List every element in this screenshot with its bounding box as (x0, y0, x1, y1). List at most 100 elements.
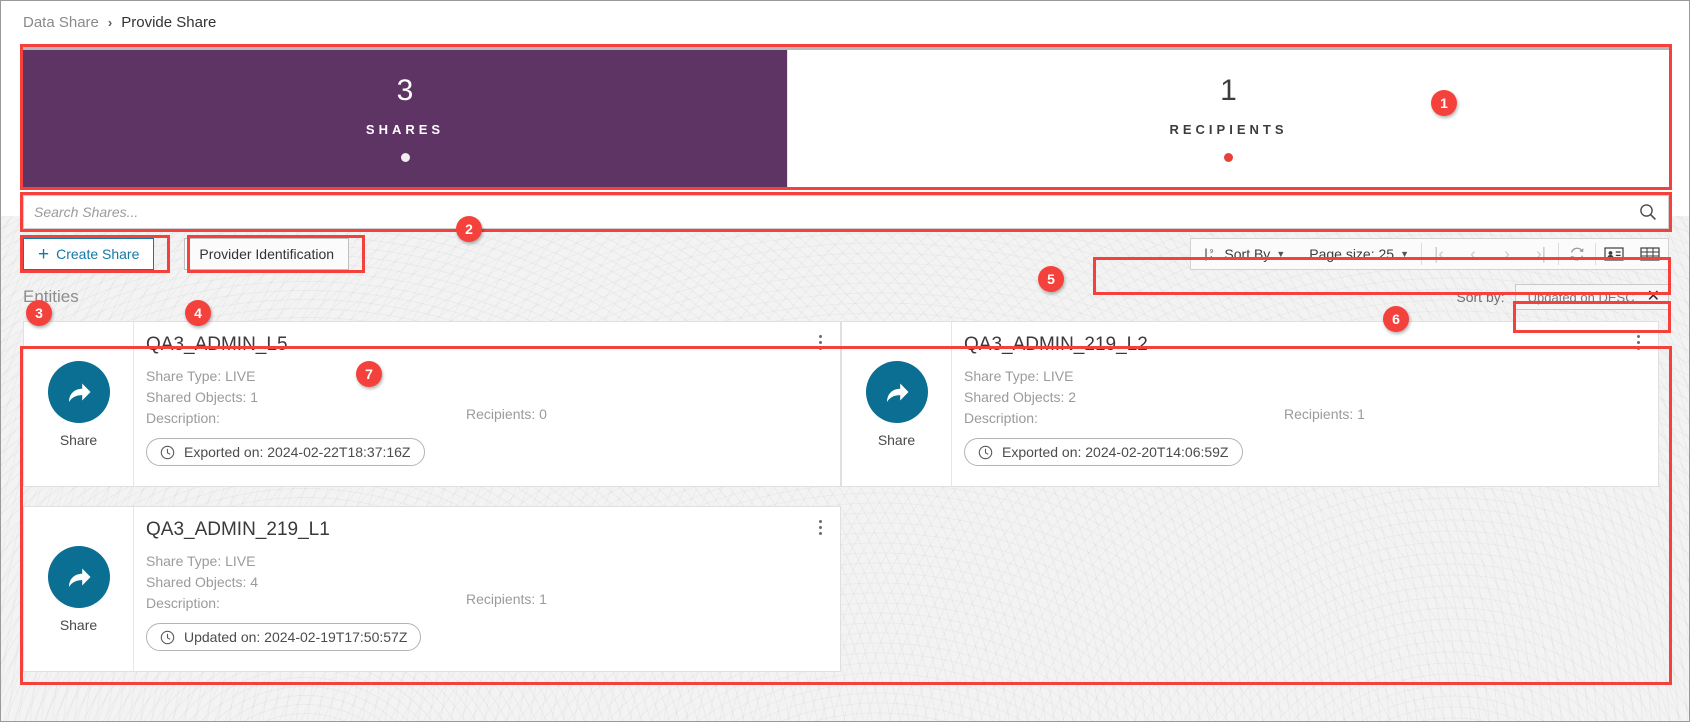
annotation-badge-3: 3 (26, 300, 52, 326)
kpi-recipients-indicator-dot (1224, 152, 1233, 162)
entity-card[interactable]: Share QA3_ADMIN_L5 Share Type: LIVE Shar… (23, 321, 841, 487)
pager-prev-button[interactable]: ‹ (1456, 239, 1490, 269)
card-share-type: Share Type: LIVE (146, 368, 256, 384)
pager-next-button[interactable]: › (1490, 239, 1524, 269)
page-size-label: Page size: 25 (1309, 246, 1395, 262)
create-share-label: Create Share (56, 246, 140, 262)
active-sort-chip[interactable]: Updated on DESC ✕ (1514, 284, 1669, 310)
card-share-type: Share Type: LIVE (146, 553, 256, 569)
sort-icon: 9 1 (1203, 248, 1213, 262)
pagination-controls: |‹ ‹ › ›| (1422, 239, 1558, 269)
entities-header: Entities Sort by: Updated on DESC ✕ (23, 281, 1669, 313)
breadcrumb-separator-icon: › (107, 14, 113, 30)
card-icon-panel: Share (24, 322, 134, 486)
entity-card[interactable]: Share QA3_ADMIN_219_L2 Share Type: LIVE … (841, 321, 1659, 487)
share-caption: Share (59, 431, 98, 448)
card-icon-panel: Share (24, 507, 134, 671)
kpi-tile-recipients[interactable]: 1 RECIPIENTS (787, 50, 1669, 187)
annotation-badge-4: 4 (185, 300, 211, 326)
kpi-shares-label: SHARES (365, 121, 445, 137)
breadcrumb-current: Provide Share (121, 13, 217, 31)
sort-by-label: Sort By (1224, 246, 1271, 262)
kebab-menu-icon[interactable] (1628, 330, 1648, 354)
annotation-badge-5: 5 (1038, 266, 1064, 292)
list-toolbar: 9 1 Sort By ▼ Page size: 25 ▼ |‹ ‹ › ›| (1190, 238, 1669, 270)
card-timestamp-badge: Exported on: 2024-02-20T14:06:59Z (964, 438, 1243, 466)
card-shared-objects: Shared Objects: 1 (146, 389, 259, 405)
card-icon-panel: Share (842, 322, 952, 486)
search-icon (1640, 204, 1656, 220)
plus-icon: + (38, 243, 50, 265)
share-caption: Share (59, 616, 98, 633)
card-view-icon (1604, 247, 1624, 261)
card-title: QA3_ADMIN_219_L1 (146, 519, 330, 540)
svg-text:9: 9 (1210, 249, 1213, 255)
close-icon[interactable]: ✕ (1647, 289, 1660, 305)
breadcrumb-root[interactable]: Data Share (23, 14, 99, 31)
search-bar (23, 195, 1669, 229)
card-shared-objects: Shared Objects: 4 (146, 574, 259, 590)
grid-empty-slot (841, 506, 1659, 672)
refresh-icon (1570, 247, 1584, 261)
svg-text:1: 1 (1210, 256, 1213, 262)
card-title: QA3_ADMIN_219_L2 (964, 334, 1148, 355)
search-input[interactable] (24, 196, 1628, 228)
app-window: Data Share › Provide Share 3 SHARES 1 RE… (0, 0, 1690, 722)
share-arrow-icon (68, 568, 90, 587)
kpi-tile-shares[interactable]: 3 SHARES (23, 50, 787, 187)
annotation-badge-7: 7 (356, 361, 382, 387)
card-timestamp-text: Exported on: 2024-02-20T14:06:59Z (1002, 444, 1229, 460)
breadcrumb: Data Share › Provide Share (1, 1, 1689, 43)
chevron-down-icon: ▼ (1400, 249, 1409, 259)
share-avatar (865, 360, 928, 423)
card-view-button[interactable] (1596, 239, 1632, 269)
clock-icon (160, 630, 175, 644)
table-view-button[interactable] (1632, 239, 1668, 269)
card-description: Description: (146, 595, 220, 611)
provider-identification-label: Provider Identification (199, 246, 335, 262)
chevron-down-icon: ▼ (1276, 249, 1286, 259)
sort-by-button[interactable]: 9 1 Sort By ▼ (1191, 239, 1297, 269)
card-timestamp-text: Exported on: 2024-02-22T18:37:16Z (184, 444, 411, 460)
card-recipients: Recipients: 1 (1284, 406, 1365, 422)
clock-icon (978, 445, 993, 459)
annotation-badge-6: 6 (1383, 306, 1409, 332)
pager-last-button[interactable]: ›| (1524, 239, 1558, 269)
card-description: Description: (146, 410, 220, 426)
active-sort-chip-label: Updated on DESC (1527, 289, 1635, 305)
kpi-recipients-label: RECIPIENTS (1169, 121, 1288, 137)
share-avatar (47, 545, 110, 608)
create-share-button[interactable]: + Create Share (23, 238, 155, 270)
share-avatar (47, 360, 110, 423)
provider-identification-button[interactable]: Provider Identification (184, 238, 350, 270)
card-body: QA3_ADMIN_219_L1 Share Type: LIVE Shared… (134, 507, 840, 671)
kpi-shares-indicator-dot (400, 152, 410, 162)
annotation-badge-2: 2 (456, 216, 482, 242)
kebab-menu-icon[interactable] (810, 515, 830, 539)
card-body: QA3_ADMIN_219_L2 Share Type: LIVE Shared… (952, 322, 1658, 486)
share-caption: Share (877, 431, 916, 448)
table-view-icon (1640, 247, 1660, 261)
kpi-tiles: 3 SHARES 1 RECIPIENTS (23, 47, 1669, 187)
share-arrow-icon (886, 383, 908, 402)
card-timestamp-badge: Exported on: 2024-02-22T18:37:16Z (146, 438, 425, 466)
entity-card[interactable]: Share QA3_ADMIN_219_L1 Share Type: LIVE … (23, 506, 841, 672)
card-recipients: Recipients: 1 (466, 591, 547, 607)
refresh-button[interactable] (1559, 239, 1595, 269)
card-timestamp-badge: Updated on: 2024-02-19T17:50:57Z (146, 623, 422, 651)
card-recipients: Recipients: 0 (466, 406, 547, 422)
share-arrow-icon (68, 383, 90, 402)
sort-by-static-label: Sort by: (1456, 289, 1505, 305)
annotation-badge-1: 1 (1431, 90, 1457, 116)
kpi-recipients-value: 1 (1220, 73, 1237, 107)
pager-first-button[interactable]: |‹ (1422, 239, 1456, 269)
entity-card-grid: Share QA3_ADMIN_L5 Share Type: LIVE Shar… (23, 321, 1669, 691)
action-bar: + Create Share Provider Identification 9… (23, 237, 1669, 271)
page-size-button[interactable]: Page size: 25 ▼ (1297, 239, 1421, 269)
card-timestamp-text: Updated on: 2024-02-19T17:50:57Z (184, 629, 408, 645)
kebab-menu-icon[interactable] (810, 330, 830, 354)
card-title: QA3_ADMIN_L5 (146, 334, 288, 355)
card-shared-objects: Shared Objects: 2 (964, 389, 1077, 405)
search-button[interactable] (1628, 196, 1668, 228)
clock-icon (160, 445, 175, 459)
